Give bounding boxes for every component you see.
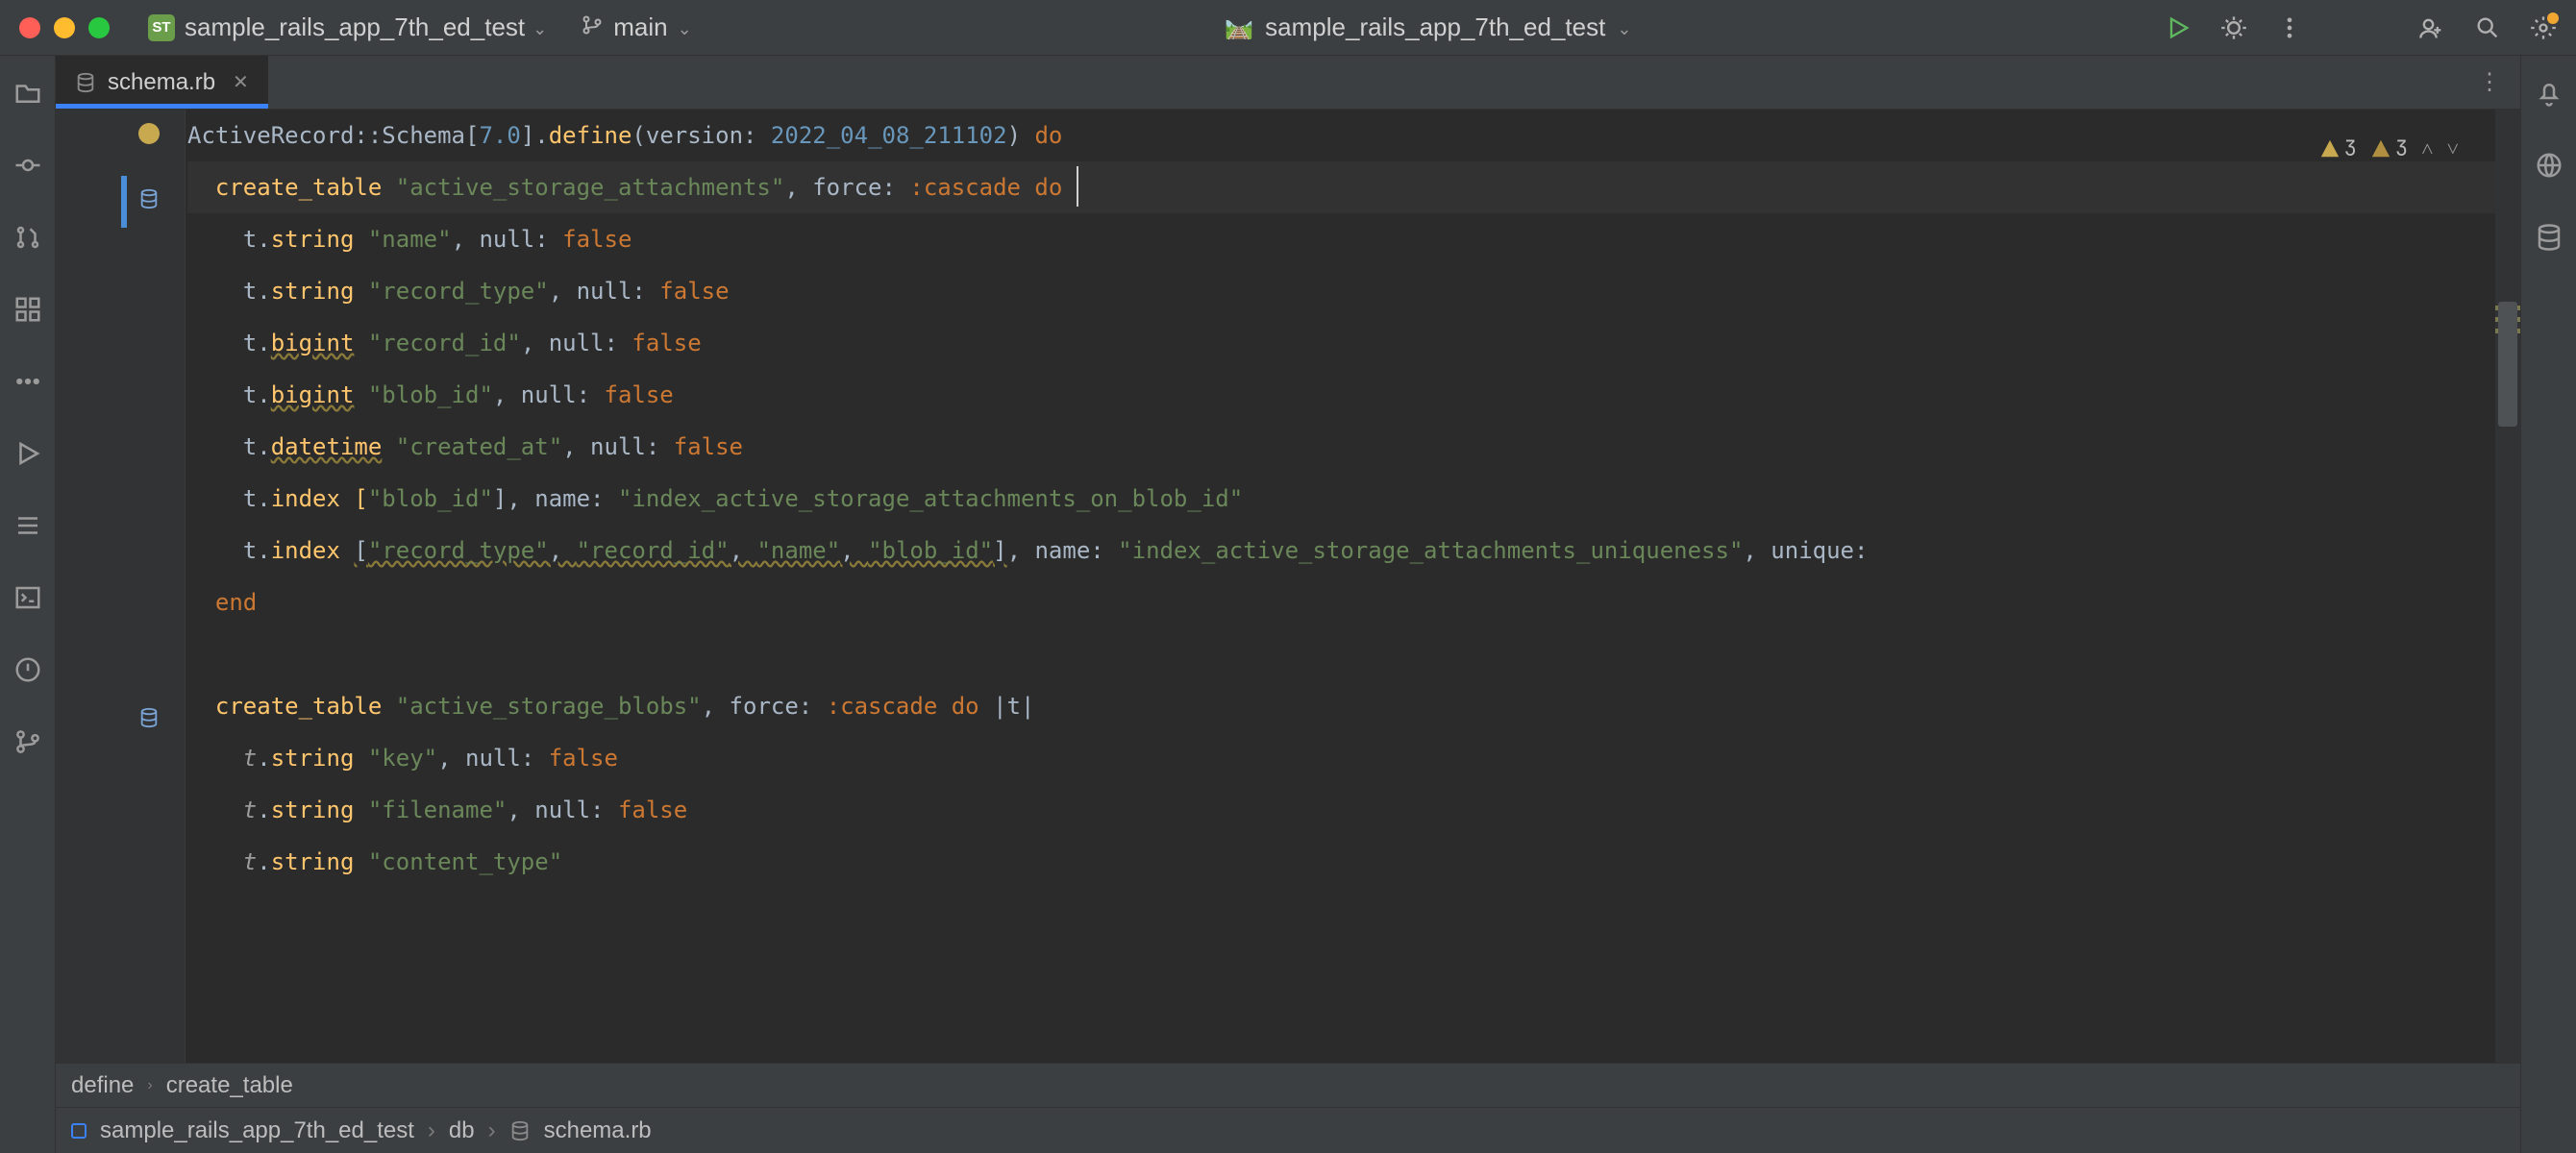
warning-count-a: 3 — [2344, 123, 2357, 175]
prev-highlight-icon[interactable]: ˄ — [2421, 123, 2433, 175]
close-tab-icon[interactable]: ✕ — [233, 70, 249, 94]
chevron-down-icon[interactable]: ⌄ — [1617, 19, 1631, 39]
editor-tabs: schema.rb ✕ ⋮ — [56, 56, 2520, 110]
inspection-summary[interactable]: 3 3 ˄ ˅ — [2319, 123, 2459, 175]
code-viewport[interactable]: 3 3 ˄ ˅ ActiveRecord::Schema[7.0].define… — [186, 110, 2495, 1063]
pull-requests-icon[interactable] — [13, 223, 42, 257]
bc-project[interactable]: sample_rails_app_7th_ed_test — [100, 1117, 414, 1144]
left-tool-sidebar — [0, 56, 56, 1153]
next-highlight-icon[interactable]: ˅ — [2447, 123, 2459, 175]
chevron-right-icon: › — [428, 1117, 435, 1144]
settings-icon[interactable] — [2530, 14, 2557, 41]
minimize-window-icon[interactable] — [54, 17, 75, 38]
problems-tool-icon[interactable] — [13, 655, 42, 689]
rails-icon: 🛤️ — [1225, 13, 1253, 41]
code-with-me-icon[interactable] — [2418, 14, 2445, 41]
code-editor[interactable]: 3 3 ˄ ˅ ActiveRecord::Schema[7.0].define… — [56, 110, 2520, 1063]
scroll-thumb[interactable] — [2498, 302, 2517, 427]
nav-breadcrumb: sample_rails_app_7th_ed_test › db › sche… — [56, 1107, 2520, 1153]
inspection-marker-icon[interactable] — [138, 123, 160, 144]
chevron-right-icon: › — [488, 1117, 496, 1144]
modification-marker — [121, 176, 127, 228]
bc-create-table[interactable]: create_table — [166, 1072, 293, 1099]
project-badge[interactable]: ST — [148, 14, 175, 41]
code-content: ActiveRecord::Schema[7.0].define(version… — [187, 110, 2495, 888]
chevron-down-icon[interactable]: ⌄ — [533, 19, 547, 39]
bc-file[interactable]: schema.rb — [544, 1117, 652, 1144]
notifications-icon[interactable] — [2535, 79, 2564, 112]
editor-area: schema.rb ✕ ⋮ 3 3 ˄ ˅ ActiveRecord::Sche… — [56, 56, 2520, 1153]
branch-label: main — [613, 12, 667, 42]
more-actions-icon[interactable] — [2276, 14, 2303, 41]
bc-db[interactable]: db — [449, 1117, 475, 1144]
tab-options-icon[interactable]: ⋮ — [2459, 56, 2520, 109]
warning-count-b: 3 — [2395, 123, 2408, 175]
vcs-tool-icon[interactable] — [13, 727, 42, 761]
editor-gutter — [56, 110, 186, 1063]
database-file-icon — [509, 1117, 531, 1144]
titlebar: ST sample_rails_app_7th_ed_test ⌄ main ⌄… — [0, 0, 2576, 56]
ai-assistant-icon[interactable] — [2535, 151, 2564, 184]
run-tool-icon[interactable] — [13, 439, 42, 473]
chevron-down-icon[interactable]: ⌄ — [678, 19, 692, 39]
more-tools-icon[interactable] — [13, 367, 42, 401]
caret — [1077, 166, 1078, 207]
search-icon[interactable] — [2474, 14, 2501, 41]
database-gutter-icon[interactable] — [138, 177, 160, 198]
run-button[interactable] — [2165, 14, 2192, 41]
run-config-name[interactable]: sample_rails_app_7th_ed_test — [1265, 12, 1605, 42]
module-icon — [71, 1123, 87, 1139]
git-branch-icon — [581, 13, 604, 41]
tab-schema-rb[interactable]: schema.rb ✕ — [56, 56, 268, 109]
database-gutter-icon[interactable] — [138, 696, 160, 717]
debug-button[interactable] — [2220, 14, 2247, 41]
window-controls — [19, 17, 110, 38]
todo-tool-icon[interactable] — [13, 511, 42, 545]
project-name[interactable]: sample_rails_app_7th_ed_test — [185, 12, 525, 42]
database-file-icon — [75, 72, 96, 93]
right-tool-sidebar — [2520, 56, 2576, 1153]
editor-scrollbar[interactable] — [2495, 110, 2520, 1063]
database-tool-icon[interactable] — [2535, 223, 2564, 257]
vcs-branch[interactable]: main ⌄ — [581, 12, 691, 42]
tab-label: schema.rb — [108, 69, 215, 96]
structure-tool-icon[interactable] — [13, 295, 42, 329]
terminal-tool-icon[interactable] — [13, 583, 42, 617]
bc-define[interactable]: define — [71, 1072, 134, 1099]
close-window-icon[interactable] — [19, 17, 40, 38]
maximize-window-icon[interactable] — [88, 17, 110, 38]
chevron-right-icon: › — [147, 1077, 152, 1094]
project-tool-icon[interactable] — [13, 79, 42, 112]
commit-tool-icon[interactable] — [13, 151, 42, 184]
code-breadcrumb: define › create_table — [56, 1063, 2520, 1107]
